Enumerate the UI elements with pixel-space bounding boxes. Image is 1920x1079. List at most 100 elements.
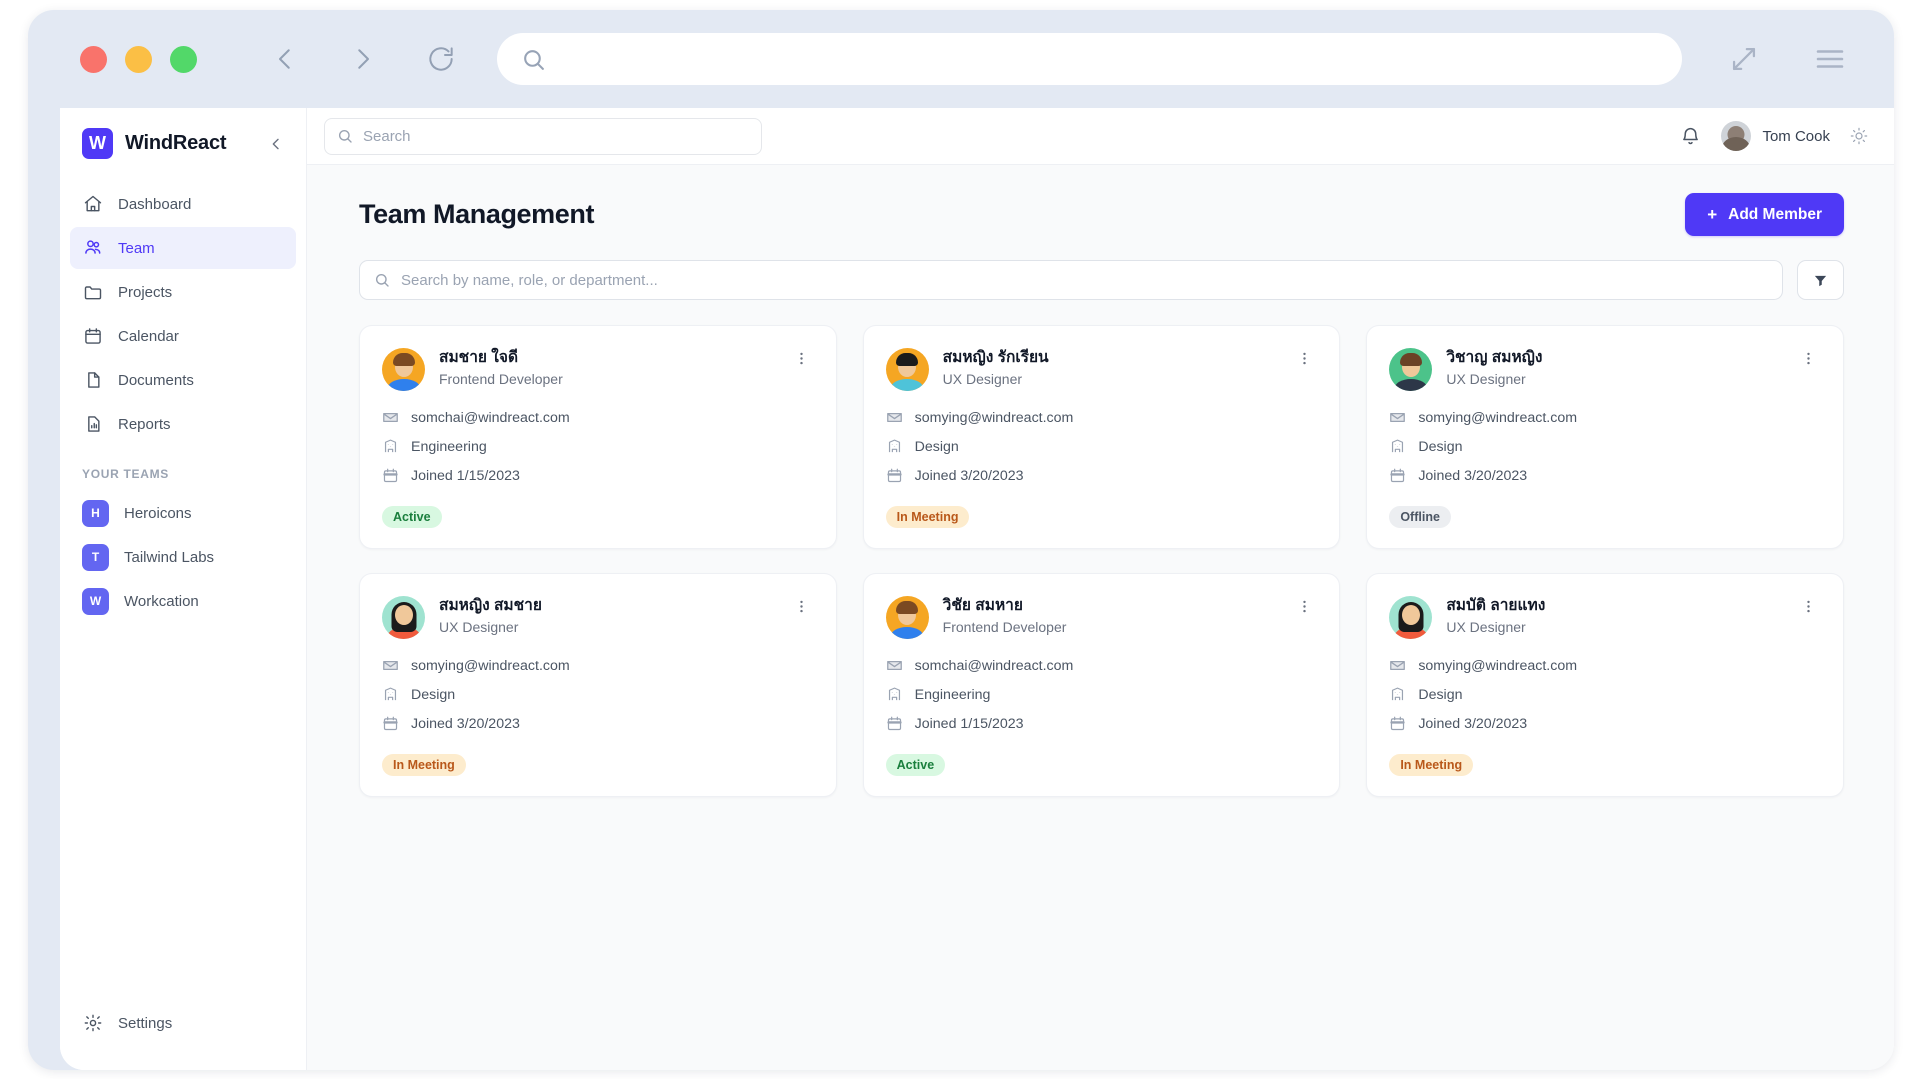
sun-icon[interactable] <box>1850 127 1868 145</box>
close-window-button[interactable] <box>80 45 107 73</box>
more-vertical-icon[interactable] <box>1796 348 1821 369</box>
sidebar-item-team[interactable]: Team <box>70 227 296 269</box>
member-role: UX Designer <box>1446 370 1526 387</box>
team-label: Workcation <box>124 592 199 610</box>
add-member-label: Add Member <box>1728 205 1822 223</box>
more-vertical-icon[interactable] <box>789 348 814 369</box>
building-icon <box>1389 438 1406 455</box>
hamburger-menu-icon[interactable] <box>1808 37 1852 81</box>
member-card[interactable]: วิชัย สมหาย Frontend Developer somchai@win… <box>862 573 1341 797</box>
member-name: วิชาญ สมหญิง <box>1446 349 1543 366</box>
top-bar: Search Tom Cook <box>307 108 1894 165</box>
search-icon <box>521 47 546 72</box>
member-email-row: somying@windreact.com <box>1389 657 1821 674</box>
member-card-header: สมหญิง รักเรียน UX Designer <box>885 348 1318 391</box>
calendar-icon <box>886 715 903 732</box>
sidebar-item-settings[interactable]: Settings <box>70 1002 296 1044</box>
team-initial-badge: T <box>82 543 109 571</box>
avatar <box>1721 121 1752 151</box>
member-joined: Joined 3/20/2023 <box>1418 467 1528 484</box>
expand-diagonal-icon[interactable] <box>1722 37 1766 81</box>
user-name: Tom Cook <box>1762 127 1830 145</box>
member-role: UX Designer <box>439 618 519 635</box>
building-icon <box>382 686 399 703</box>
member-search-placeholder: Search by name, role, or department... <box>401 271 658 289</box>
sidebar-team-tailwind-labs[interactable]: T Tailwind Labs <box>70 535 296 579</box>
sidebar-team-workcation[interactable]: W Workcation <box>70 579 296 623</box>
user-menu[interactable]: Tom Cook <box>1721 121 1830 151</box>
member-card[interactable]: สมหญิง รักเรียน UX Designer somying@windre… <box>862 325 1341 549</box>
app-viewport: W WindReact Dashboard Team Projects Cale… <box>60 108 1894 1070</box>
member-name: สมหญิง รักเรียน <box>942 349 1049 366</box>
member-email: somying@windreact.com <box>411 657 570 674</box>
sidebar-footer: Settings <box>60 1002 306 1070</box>
member-email-row: somchai@windreact.com <box>382 409 814 426</box>
more-vertical-icon[interactable] <box>1292 348 1317 369</box>
bell-icon[interactable] <box>1680 126 1701 147</box>
maximize-window-button[interactable] <box>170 45 197 73</box>
building-icon <box>886 686 903 703</box>
filter-button[interactable] <box>1797 260 1844 300</box>
add-member-button[interactable]: + Add Member <box>1685 193 1844 236</box>
sidebar-item-calendar[interactable]: Calendar <box>70 315 296 357</box>
member-joined: Joined 3/20/2023 <box>914 467 1024 484</box>
member-card[interactable]: สมบัติ ลายแทง UX Designer somying@windreac… <box>1366 573 1844 797</box>
status-badge: In Meeting <box>885 506 970 528</box>
sidebar-item-documents[interactable]: Documents <box>70 359 296 401</box>
app-logo: W <box>82 128 113 159</box>
member-email: somying@windreact.com <box>1418 409 1578 426</box>
calendar-icon <box>1389 467 1406 484</box>
brand-header: W WindReact <box>60 108 306 173</box>
member-joined: Joined 1/15/2023 <box>914 715 1024 732</box>
sidebar: W WindReact Dashboard Team Projects Cale… <box>60 108 307 1070</box>
sidebar-item-label: Documents <box>118 371 194 389</box>
member-avatar <box>382 596 425 639</box>
more-vertical-icon[interactable] <box>1292 596 1317 617</box>
member-card[interactable]: สมชาย ใจดี Frontend Developer somchai@wind… <box>359 325 837 549</box>
global-search-input[interactable]: Search <box>324 117 762 155</box>
more-vertical-icon[interactable] <box>1796 596 1821 617</box>
member-department-row: Design <box>1389 438 1821 455</box>
member-card-header: วิชัย สมหาย Frontend Developer <box>885 596 1318 639</box>
top-bar-right: Tom Cook <box>1680 121 1868 151</box>
envelope-icon <box>382 409 399 426</box>
filter-row: Search by name, role, or department... <box>359 260 1844 300</box>
member-email-row: somying@windreact.com <box>886 409 1318 426</box>
status-badge: Active <box>885 754 946 776</box>
back-button[interactable] <box>263 37 307 81</box>
building-icon <box>382 438 399 455</box>
member-avatar <box>885 348 929 391</box>
member-email-row: somying@windreact.com <box>1389 409 1821 426</box>
main-area: Search Tom Cook Team Management + Add Me… <box>307 108 1894 1070</box>
member-department-row: Design <box>886 438 1318 455</box>
forward-button[interactable] <box>341 37 385 81</box>
sidebar-item-dashboard[interactable]: Dashboard <box>70 183 296 225</box>
member-identity: สมหญิง รักเรียน UX Designer <box>943 348 1049 387</box>
member-department: Design <box>411 686 456 703</box>
reload-button[interactable] <box>419 37 463 81</box>
sidebar-item-projects[interactable]: Projects <box>70 271 296 313</box>
calendar-icon <box>382 715 399 732</box>
more-vertical-icon[interactable] <box>789 596 814 617</box>
sidebar-team-heroicons[interactable]: H Heroicons <box>70 491 296 535</box>
member-department-row: Design <box>382 686 814 703</box>
building-icon <box>886 438 903 455</box>
member-card[interactable]: สมหญิง สมชาย UX Designer somying@windreact… <box>359 573 837 797</box>
sidebar-collapse-button[interactable] <box>264 132 288 156</box>
member-joined-row: Joined 3/20/2023 <box>886 467 1318 484</box>
envelope-icon <box>886 657 903 674</box>
teams-section-label: YOUR TEAMS <box>82 467 170 481</box>
member-role: Frontend Developer <box>942 618 1067 635</box>
sidebar-item-reports[interactable]: Reports <box>70 403 296 445</box>
minimize-window-button[interactable] <box>125 45 152 73</box>
page-header: Team Management + Add Member <box>359 193 1844 236</box>
member-search-input[interactable]: Search by name, role, or department... <box>359 260 1783 300</box>
member-department: Design <box>1418 438 1463 455</box>
document-icon <box>82 370 103 391</box>
member-card[interactable]: วิชาญ สมหญิง UX Designer somying@windreact… <box>1366 325 1844 549</box>
envelope-icon <box>1389 409 1406 426</box>
sidebar-item-label: Reports <box>118 415 171 433</box>
browser-url-bar[interactable] <box>497 33 1682 85</box>
team-label: Heroicons <box>124 504 192 522</box>
search-icon <box>374 272 390 288</box>
